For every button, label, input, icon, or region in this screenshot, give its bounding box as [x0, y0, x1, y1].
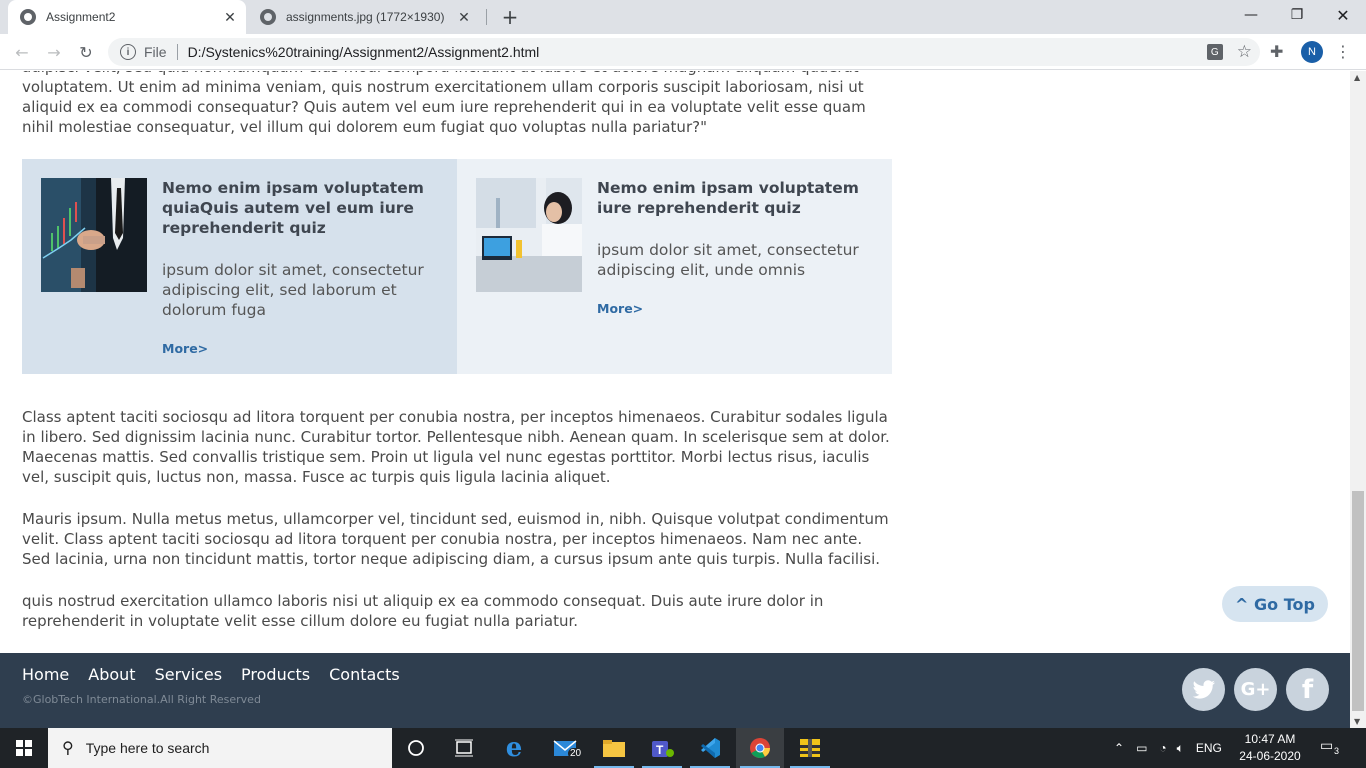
- windows-logo-icon: [16, 740, 32, 756]
- info-icon[interactable]: i: [120, 44, 136, 60]
- page-viewport: adipisci velit, sed quia non numquam eiu…: [0, 71, 1350, 728]
- clock-time: 10:47 AM: [1244, 732, 1296, 746]
- omnibox-divider: [176, 44, 178, 60]
- close-tab-icon[interactable]: ✕: [454, 7, 474, 27]
- scroll-up-arrow-icon[interactable]: ▲: [1354, 73, 1360, 82]
- windows-taskbar: ⚲ Type here to search e 20 T ⌃ ▭ ◔ 🔈︎ EN…: [0, 728, 1366, 768]
- profile-avatar[interactable]: N: [1301, 41, 1323, 63]
- copyright-text: ©GlobTech International.All Right Reserv…: [22, 693, 261, 706]
- archive-app-icon[interactable]: [786, 728, 834, 768]
- chrome-icon[interactable]: [736, 728, 784, 768]
- scroll-down-arrow-icon[interactable]: ▼: [1354, 717, 1360, 726]
- file-explorer-icon[interactable]: [590, 728, 638, 768]
- translate-icon[interactable]: G: [1206, 44, 1223, 60]
- taskbar-clock[interactable]: 10:47 AM 24-06-2020: [1238, 731, 1302, 765]
- footer-link-contacts[interactable]: Contacts: [329, 665, 400, 684]
- taskbar-search-box[interactable]: ⚲ Type here to search: [48, 728, 392, 768]
- edge-icon[interactable]: e: [490, 728, 538, 768]
- clock-date: 24-06-2020: [1239, 749, 1301, 763]
- forward-button[interactable]: →: [42, 40, 66, 64]
- footer-nav: Home About Services Products Contacts: [22, 665, 400, 684]
- facebook-icon[interactable]: f: [1286, 668, 1329, 711]
- card-text: ipsum dolor sit amet, consectetur adipis…: [162, 261, 424, 319]
- battery-icon[interactable]: ▭: [1136, 741, 1147, 755]
- card-text: ipsum dolor sit amet, consectetur adipis…: [597, 241, 859, 279]
- language-indicator[interactable]: ENG: [1196, 741, 1222, 755]
- mail-icon[interactable]: 20: [542, 728, 590, 768]
- tab-title: assignments.jpg (1772×1930): [286, 10, 445, 24]
- tab-title: Assignment2: [46, 10, 116, 24]
- minimize-button[interactable]: —: [1228, 0, 1274, 30]
- back-button[interactable]: ←: [10, 40, 34, 64]
- search-icon: ⚲: [62, 740, 74, 757]
- scheme-label: File: [144, 44, 167, 60]
- feature-card: Nemo enim ipsam voluptatem quiaQuis aute…: [22, 159, 457, 374]
- globe-icon: [20, 9, 36, 25]
- close-window-button[interactable]: ✕: [1320, 0, 1366, 30]
- footer-link-services[interactable]: Services: [155, 665, 222, 684]
- svg-text:T: T: [656, 743, 664, 757]
- tab-assignments-jpg[interactable]: assignments.jpg (1772×1930) ✕: [248, 0, 480, 34]
- globe-icon: [260, 9, 276, 25]
- search-placeholder: Type here to search: [85, 740, 210, 756]
- restore-button[interactable]: ❐: [1274, 0, 1320, 30]
- system-tray: ⌃ ▭ ◔ 🔈︎ ENG: [1114, 728, 1222, 768]
- url-text[interactable]: D:/Systenics%20training/Assignment2/Assi…: [188, 44, 540, 60]
- teams-icon[interactable]: T: [638, 728, 686, 768]
- twitter-icon[interactable]: [1182, 668, 1225, 711]
- mail-badge: 20: [568, 748, 584, 759]
- business-hand-image: [41, 178, 147, 292]
- feature-card: Nemo enim ipsam voluptatem iure reprehen…: [457, 159, 892, 374]
- wifi-icon[interactable]: ◔: [1159, 741, 1166, 755]
- close-tab-icon[interactable]: ✕: [220, 7, 240, 27]
- feature-cards: Nemo enim ipsam voluptatem quiaQuis aute…: [22, 159, 892, 374]
- body-paragraph: quis nostrud exercitation ullamco labori…: [22, 592, 824, 630]
- card-title: Nemo enim ipsam voluptatem quiaQuis aute…: [162, 179, 424, 237]
- cortana-icon[interactable]: [392, 728, 440, 768]
- new-tab-button[interactable]: +: [498, 5, 522, 29]
- browser-toolbar: ← → ↻ i File D:/Systenics%20training/Ass…: [0, 34, 1366, 70]
- notification-center-icon[interactable]: ▭: [1320, 738, 1333, 754]
- tab-divider: [486, 9, 487, 25]
- google-plus-icon[interactable]: G+: [1234, 668, 1277, 711]
- start-button[interactable]: [0, 728, 48, 768]
- site-footer: Home About Services Products Contacts ©G…: [0, 653, 1350, 728]
- footer-link-home[interactable]: Home: [22, 665, 69, 684]
- footer-link-about[interactable]: About: [88, 665, 135, 684]
- reload-button[interactable]: ↻: [74, 40, 98, 64]
- body-paragraph: Class aptent taciti sociosqu ad litora t…: [22, 408, 890, 486]
- browser-tab-strip: Assignment2 ✕ assignments.jpg (1772×1930…: [0, 0, 1366, 34]
- task-view-icon[interactable]: [440, 728, 488, 768]
- tab-assignment2[interactable]: Assignment2 ✕: [8, 0, 246, 34]
- scrollbar-thumb[interactable]: [1352, 491, 1364, 711]
- body-paragraph: Mauris ipsum. Nulla metus metus, ullamco…: [22, 510, 889, 568]
- card-more-link[interactable]: More>: [597, 301, 643, 316]
- show-hidden-icons-icon[interactable]: ⌃: [1114, 741, 1124, 755]
- extensions-icon[interactable]: ✚: [1270, 42, 1283, 61]
- more-menu-icon[interactable]: ⋮: [1335, 42, 1351, 61]
- scientist-image: [476, 178, 582, 292]
- footer-link-products[interactable]: Products: [241, 665, 310, 684]
- bookmark-star-icon[interactable]: ☆: [1237, 42, 1252, 62]
- vscode-icon[interactable]: [686, 728, 734, 768]
- page-scrollbar[interactable]: ▲ ▼: [1350, 71, 1366, 728]
- intro-paragraph: adipisci velit, sed quia non numquam eiu…: [22, 71, 866, 136]
- notification-count: 3: [1334, 746, 1340, 756]
- volume-icon[interactable]: 🔈︎: [1177, 741, 1184, 756]
- card-title: Nemo enim ipsam voluptatem iure reprehen…: [597, 179, 859, 217]
- card-more-link[interactable]: More>: [162, 341, 208, 356]
- go-top-button[interactable]: ^ Go Top: [1222, 586, 1328, 622]
- address-bar[interactable]: i File D:/Systenics%20training/Assignmen…: [108, 38, 1260, 66]
